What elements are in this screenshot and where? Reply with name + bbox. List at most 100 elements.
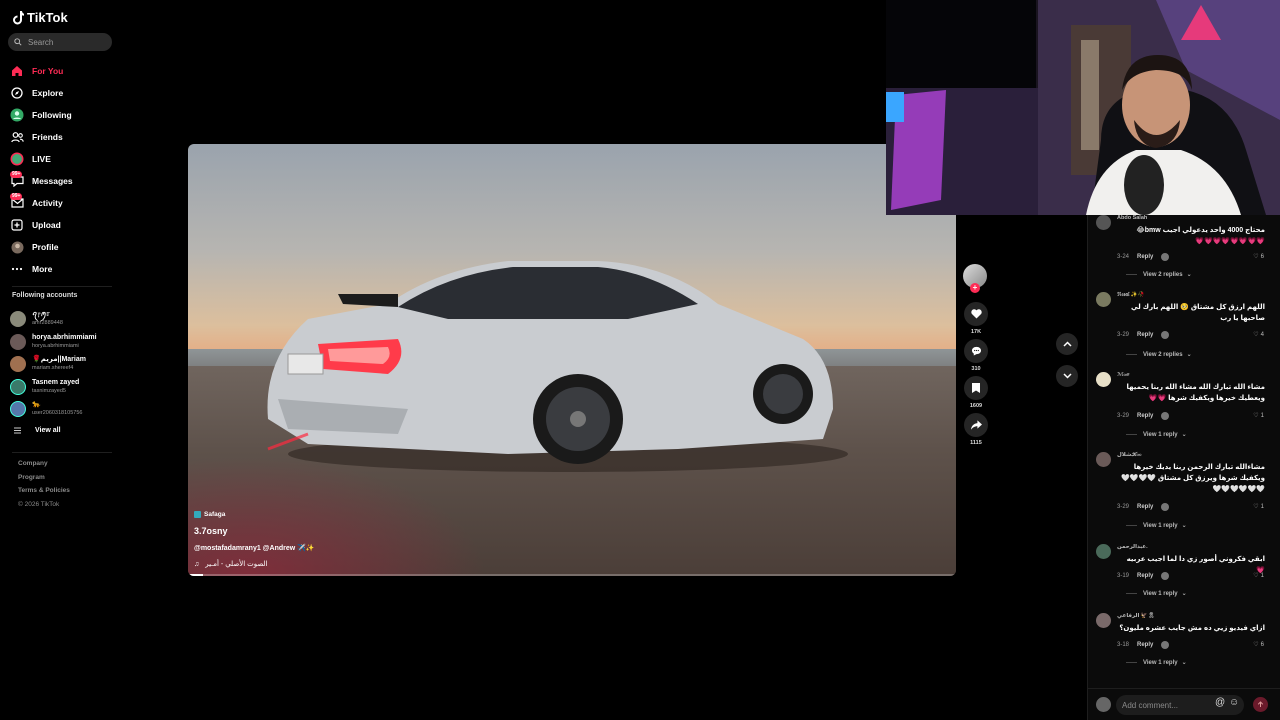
comment-input[interactable] (1122, 700, 1212, 710)
heart-outline-icon: ♡ (1253, 413, 1259, 419)
avatar[interactable] (1096, 544, 1111, 559)
post-comment-button[interactable] (1253, 697, 1268, 712)
heart-outline-icon: ♡ (1253, 254, 1259, 260)
nav-label: LIVE (32, 154, 51, 164)
chevron-down-icon (1062, 373, 1072, 379)
account-handle: user2060318105756 (32, 410, 83, 417)
comment-like-button[interactable]: ♡ 4 (1253, 331, 1264, 339)
avatar[interactable] (1096, 452, 1111, 467)
location-tag[interactable]: Safaga (194, 511, 315, 518)
nav-friends[interactable]: Friends (10, 126, 120, 148)
chevron-down-icon: ⌄ (1186, 352, 1192, 358)
reply-button[interactable]: Reply (1137, 413, 1153, 419)
account-item[interactable]: ꪖ᥅ꪑ𝕣 amr2889448 (10, 308, 122, 331)
view-replies-button[interactable]: View 2 replies ⌄ (1126, 271, 1192, 279)
reply-button[interactable]: Reply (1137, 332, 1153, 338)
comment-like-count: 4 (1260, 331, 1264, 338)
like-button[interactable] (964, 302, 988, 326)
nav-profile[interactable]: Profile (10, 236, 120, 258)
heart-outline-icon: ♡ (1253, 642, 1259, 648)
account-item[interactable]: Tasnem zayed tasnimzayed5 (10, 376, 122, 399)
view-replies-button[interactable]: View 1 reply ⌄ (1126, 590, 1187, 598)
comment-like-button[interactable]: ♡ 1 (1253, 412, 1264, 420)
view-replies-label: View 2 replies (1143, 351, 1183, 358)
account-name: 🌹مريم||Mariam (32, 356, 86, 364)
view-replies-button[interactable]: View 1 reply ⌄ (1126, 431, 1187, 439)
comment-like-button[interactable]: ♡ 1 (1253, 503, 1264, 511)
account-item[interactable]: horya.abrhimmiami horya.abrhimmiami (10, 331, 122, 354)
video-player[interactable]: Safaga 3.7osny @mostafadamrany1 @Andrew … (188, 144, 956, 576)
emoji-icon[interactable]: ☺ (1229, 697, 1239, 708)
music-info[interactable]: ♫ الصوت الأصلي - أمـير (194, 560, 315, 569)
share-button[interactable] (964, 413, 988, 437)
footer-link-company[interactable]: Company (18, 460, 70, 474)
nav-messages[interactable]: 99+ Messages (10, 170, 120, 192)
account-item[interactable]: 🌹مريم||Mariam mariam.shereef4 (10, 353, 122, 376)
view-replies-button[interactable]: View 1 reply ⌄ (1126, 659, 1187, 667)
comment-username[interactable]: الرفاعي 🦅🎗 (1117, 613, 1155, 619)
video-author[interactable]: 3.7osny (194, 526, 315, 536)
reply-button[interactable]: Reply (1137, 504, 1153, 510)
avatar[interactable] (1096, 292, 1111, 307)
avatar[interactable] (1096, 215, 1111, 230)
nav-for-you[interactable]: For You (10, 60, 120, 82)
nav-label: Activity (32, 198, 63, 208)
footer-link-terms[interactable]: Terms & Policies (18, 487, 70, 501)
comment-username[interactable]: ℜ𝔢𝔰𝔞𝔩 ✨🥀 (1117, 292, 1145, 299)
sidebar-footer: Company Program Terms & Policies © 2026 … (18, 460, 70, 514)
footer-link-program[interactable]: Program (18, 474, 70, 488)
comment-like-button[interactable]: ♡ 6 (1253, 253, 1264, 261)
like-action: 17K (963, 302, 989, 335)
nav-following[interactable]: Following (10, 104, 120, 126)
comment-username[interactable]: ℳℴℯ (1117, 372, 1130, 378)
nav-label: Profile (32, 242, 59, 252)
nav-live[interactable]: LIVE (10, 148, 120, 170)
save-button[interactable] (964, 376, 988, 400)
video-caption[interactable]: @mostafadamrany1 @Andrew ✈️✨ (194, 544, 315, 552)
view-replies-label: View 1 reply (1143, 590, 1178, 597)
reply-button[interactable]: Reply (1137, 642, 1153, 648)
comment-username[interactable]: عبدالرحمن. (1117, 544, 1148, 550)
search-input[interactable] (28, 37, 108, 47)
comment-date: 3-18 (1117, 642, 1130, 648)
creator-liked-avatar (1161, 331, 1170, 339)
nav-explore[interactable]: Explore (10, 82, 120, 104)
comment-like-button[interactable]: ♡ 1 (1253, 572, 1264, 580)
search-bar[interactable] (8, 33, 112, 51)
nav-activity[interactable]: 99+ Activity (10, 192, 120, 214)
reply-button[interactable]: Reply (1137, 254, 1153, 260)
previous-video-button[interactable] (1056, 333, 1078, 355)
avatar[interactable] (1096, 372, 1111, 387)
comment-like-button[interactable]: ♡ 6 (1253, 641, 1264, 649)
heart-outline-icon: ♡ (1253, 332, 1259, 338)
arrow-up-icon (1257, 701, 1264, 707)
nav-upload[interactable]: Upload (10, 214, 120, 236)
view-replies-button[interactable]: View 2 replies ⌄ (1126, 351, 1192, 359)
view-replies-label: View 1 reply (1143, 659, 1178, 666)
creator-liked-avatar (1161, 412, 1170, 420)
comment-like-count: 6 (1260, 641, 1264, 648)
comment-button[interactable] (964, 339, 988, 363)
avatar (10, 311, 26, 328)
music-note-icon: ♫ (194, 560, 200, 568)
creator-avatar[interactable]: + (963, 264, 987, 293)
tiktok-logo[interactable]: TikTok (12, 10, 68, 25)
video-progress-bar[interactable] (188, 574, 956, 576)
comment-username[interactable]: شلال𝓚ℴℴ (1117, 452, 1142, 459)
comment-username[interactable]: Abdo Salah (1117, 215, 1147, 221)
comment-text: مشاء الله تبارك الله مشاء الله ربنا يحمي… (1126, 384, 1265, 402)
view-all-accounts[interactable]: View all (10, 421, 122, 441)
next-video-button[interactable] (1056, 365, 1078, 387)
creator-liked-avatar (1161, 503, 1170, 511)
following-icon (10, 108, 24, 122)
account-name: Tasnem zayed (32, 378, 80, 386)
mention-icon[interactable]: @ (1215, 697, 1225, 708)
nav-more[interactable]: More (10, 258, 120, 280)
view-replies-button[interactable]: View 1 reply ⌄ (1126, 522, 1187, 530)
webcam-image (886, 0, 1280, 215)
follow-button[interactable]: + (970, 283, 980, 293)
avatar[interactable] (1096, 613, 1111, 628)
comment-meta: 3-19 Reply (1117, 572, 1170, 580)
account-item[interactable]: 🐆 user2060318105756 (10, 398, 122, 421)
reply-button[interactable]: Reply (1137, 573, 1153, 579)
